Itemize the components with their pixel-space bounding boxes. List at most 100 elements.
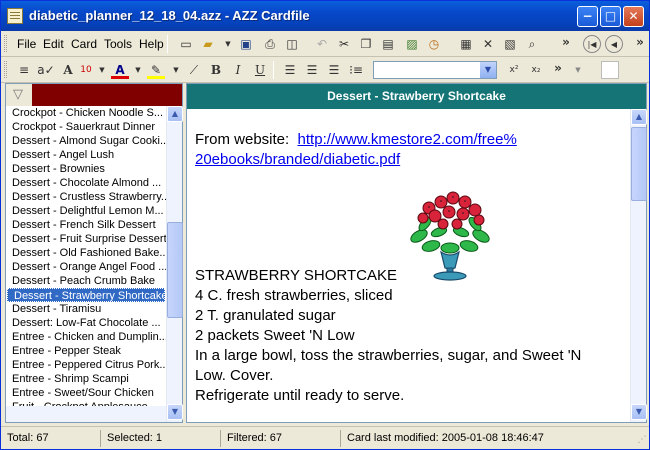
first-card-icon[interactable]: |◀ — [583, 35, 601, 53]
open-folder-icon[interactable]: ▰ — [199, 35, 217, 53]
style-box[interactable] — [601, 61, 619, 79]
recipe-line: 4 C. fresh strawberries, sliced — [195, 287, 393, 304]
menu-card[interactable]: Card — [71, 37, 97, 51]
new-file-icon[interactable]: ▭ — [177, 35, 195, 53]
card-list-item[interactable]: Entree - Pepper Steak — [6, 344, 166, 358]
italic-button[interactable]: I — [229, 61, 247, 79]
recipe-text[interactable]: STRAWBERRY SHORTCAKE 4 C. fresh strawberr… — [195, 266, 625, 406]
card-properties-icon[interactable]: ▧ — [501, 35, 519, 53]
scroll-thumb[interactable] — [167, 222, 183, 318]
chevron-down-icon[interactable]: ▼ — [480, 62, 496, 78]
delete-card-icon[interactable]: ✕ — [479, 35, 497, 53]
bold-button[interactable]: B — [207, 61, 225, 79]
find-icon[interactable]: ⌕ — [523, 35, 541, 53]
resize-grip-icon[interactable]: ⋰ — [633, 431, 649, 449]
card-view-scrollbar[interactable]: ▲ ▼ — [630, 109, 647, 422]
insert-date-icon[interactable]: ◷ — [425, 35, 443, 53]
cut-icon[interactable]: ✂ — [335, 35, 353, 53]
menu-tools[interactable]: Tools — [104, 37, 132, 51]
font-name-combo[interactable]: ▼ — [373, 61, 497, 79]
text-color-dropdown-icon[interactable]: ▼ — [129, 61, 147, 79]
card-list-item[interactable]: Dessert - Orange Angel Food ... — [6, 260, 166, 274]
menu-help[interactable]: Help — [139, 37, 164, 51]
menu-file[interactable]: File — [17, 37, 36, 51]
save-icon[interactable]: ▣ — [237, 35, 255, 53]
card-list-item[interactable]: Entree - Shrimp Scampi — [6, 372, 166, 386]
underline-button[interactable]: U — [251, 61, 269, 79]
bullet-list-icon[interactable]: ⁝≡ — [347, 61, 365, 79]
card-list-item[interactable]: Entree - Sweet/Sour Chicken — [6, 386, 166, 400]
font-icon[interactable]: A — [59, 61, 77, 79]
card-list-item[interactable]: Dessert - Chocolate Almond ... — [6, 176, 166, 190]
superscript-button[interactable]: x² — [505, 61, 523, 79]
print-icon[interactable]: ⎙ — [261, 35, 279, 53]
card-list[interactable]: Crockpot - Chicken Noodle S... Crockpot -… — [6, 106, 166, 422]
card-list-item[interactable]: Dessert - Fruit Surprise Dessert — [6, 232, 166, 246]
card-list-item[interactable]: Dessert - Old Fashioned Bake... — [6, 246, 166, 260]
card-list-item[interactable]: Entree - Peppered Citrus Pork... — [6, 358, 166, 372]
card-list-item[interactable]: Dessert - Delightful Lemon M... — [6, 204, 166, 218]
format-grip[interactable] — [4, 61, 7, 78]
highlight-icon[interactable]: ✎ — [147, 61, 165, 79]
close-button[interactable]: ✕ — [623, 6, 644, 27]
undo-icon[interactable]: ↶ — [313, 35, 331, 53]
align-left-icon[interactable]: ☰ — [281, 61, 299, 79]
new-card-icon[interactable]: ▦ — [457, 35, 475, 53]
style-dropdown-icon[interactable]: ▼ — [569, 61, 587, 79]
format-painter-icon[interactable]: ⟋ — [185, 61, 203, 79]
card-list-hscroll[interactable] — [6, 406, 166, 422]
format-overflow-icon[interactable]: » — [549, 59, 567, 77]
format-brush-icon[interactable]: ≡ — [15, 61, 33, 79]
title-bar[interactable]: diabetic_planner_12_18_04.azz - AZZ Card… — [1, 1, 649, 31]
card-list-item[interactable]: Dessert - French Silk Dessert — [6, 218, 166, 232]
subscript-button[interactable]: x₂ — [527, 61, 545, 79]
filter-input[interactable] — [32, 84, 182, 106]
status-total: Total: 67 — [3, 430, 101, 447]
source-label: From website: — [195, 131, 290, 148]
open-dropdown-icon[interactable]: ▼ — [219, 35, 237, 53]
card-list-item[interactable]: Dessert - Crustless Strawberry... — [6, 190, 166, 204]
paste-icon[interactable]: ▤ — [379, 35, 397, 53]
recipe-line: In a large bowl, toss the strawberries, … — [195, 347, 582, 364]
status-bar: Total: 67 Selected: 1 Filtered: 67 Card … — [1, 426, 649, 449]
previous-card-icon[interactable]: ◀ — [605, 35, 623, 53]
toolbar-grip[interactable] — [4, 35, 7, 52]
filter-icon[interactable]: ▽ — [10, 87, 26, 103]
print-preview-icon[interactable]: ◫ — [283, 35, 301, 53]
menu-toolbar: File Edit Card Tools Help ▭ ▰ ▼ ▣ ⎙ ◫ ↶ … — [1, 31, 649, 57]
toolbar-overflow-icon[interactable]: » — [557, 33, 575, 51]
card-list-item[interactable]: Dessert - Tiramisu — [6, 302, 166, 316]
highlight-dropdown-icon[interactable]: ▼ — [167, 61, 185, 79]
card-list-item[interactable]: Dessert - Brownies — [6, 162, 166, 176]
card-list-item[interactable]: Dessert - Angel Lush — [6, 148, 166, 162]
card-list-scrollbar[interactable]: ▲ ▼ — [166, 106, 183, 422]
source-link-continued[interactable]: 20ebooks/branded/diabetic.pdf — [195, 151, 400, 168]
source-link[interactable]: http://www.kmestore2.com/free% — [298, 131, 517, 148]
scroll-thumb[interactable] — [631, 127, 647, 201]
scroll-down-icon[interactable]: ▼ — [631, 404, 647, 420]
status-filtered: Filtered: 67 — [223, 430, 341, 447]
align-right-icon[interactable]: ☰ — [325, 61, 343, 79]
spellcheck-icon[interactable]: a✓ — [37, 61, 55, 79]
text-color-icon[interactable]: A — [111, 61, 129, 79]
nav-overflow-icon[interactable]: » — [631, 33, 649, 51]
align-center-icon[interactable]: ☰ — [303, 61, 321, 79]
minimize-button[interactable]: − — [577, 6, 598, 27]
card-list-item[interactable]: Dessert - Almond Sugar Cooki... — [6, 134, 166, 148]
card-list-item[interactable]: Dessert - Strawberry Shortcake — [7, 288, 165, 302]
card-list-item[interactable]: Crockpot - Sauerkraut Dinner — [6, 120, 166, 134]
scroll-up-icon[interactable]: ▲ — [631, 109, 647, 125]
insert-picture-icon[interactable]: ▨ — [403, 35, 421, 53]
card-list-item[interactable]: Entree - Chicken and Dumplin... — [6, 330, 166, 344]
card-list-item[interactable]: Dessert - Peach Crumb Bake — [6, 274, 166, 288]
recipe-line: Refrigerate until ready to serve. — [195, 387, 405, 404]
menu-edit[interactable]: Edit — [43, 37, 64, 51]
scroll-up-icon[interactable]: ▲ — [167, 106, 183, 122]
font-size-dropdown-icon[interactable]: ▼ — [93, 61, 111, 79]
copy-icon[interactable]: ❐ — [357, 35, 375, 53]
card-list-item[interactable]: Crockpot - Chicken Noodle S... — [6, 106, 166, 120]
scroll-down-icon[interactable]: ▼ — [167, 404, 183, 420]
maximize-button[interactable]: □ — [600, 6, 621, 27]
recipe-line: Low. Cover. — [195, 367, 274, 384]
card-list-item[interactable]: Dessert: Low-Fat Chocolate ... — [6, 316, 166, 330]
